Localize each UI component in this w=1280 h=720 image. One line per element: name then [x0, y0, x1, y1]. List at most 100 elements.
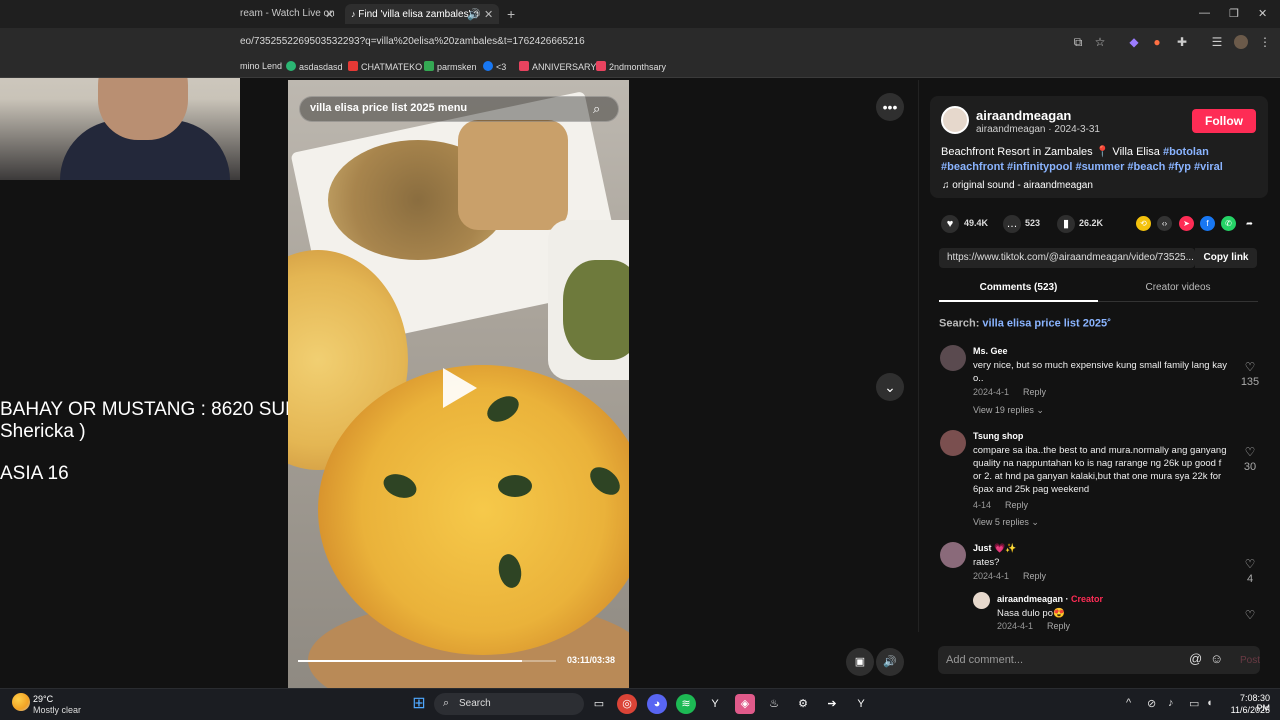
- tray-icon[interactable]: ⊘: [1147, 697, 1156, 710]
- whatsapp-icon[interactable]: ✆: [1221, 216, 1236, 231]
- caption-text: Beachfront Resort in Zambales 📍 Villa El…: [941, 146, 1163, 158]
- chevron-down-icon[interactable]: ⌄: [876, 373, 904, 401]
- original-sound-link[interactable]: ♫ original sound - airaandmeagan: [942, 180, 1093, 191]
- emoji-icon[interactable]: ☺: [1210, 651, 1223, 666]
- comment-author[interactable]: airaandmeagan · Creator: [997, 594, 1103, 604]
- chrome-icon[interactable]: ◎: [617, 694, 637, 714]
- clock-date[interactable]: 11/6/2025: [1220, 705, 1270, 715]
- bookmark-icon: [519, 61, 529, 71]
- app-icon[interactable]: ➔: [822, 694, 842, 714]
- bookmark-item[interactable]: ANNIVERSARY: [519, 61, 596, 72]
- search-icon[interactable]: ⌕: [593, 101, 600, 117]
- reply-button[interactable]: Reply: [1047, 621, 1070, 631]
- discord-icon[interactable]: ◕: [647, 694, 667, 714]
- avatar[interactable]: [940, 430, 966, 456]
- related-search[interactable]: Search: villa elisa price list 2025⌕: [939, 317, 1111, 330]
- bookmark-item[interactable]: parmsken: [424, 61, 477, 72]
- network-icon[interactable]: ▭: [1189, 697, 1199, 710]
- reply-button[interactable]: Reply: [1005, 500, 1028, 510]
- url-field[interactable]: eo/7352552269503532293?q=villa%20elisa%2…: [240, 36, 585, 47]
- comment-date: 2024-4-1: [973, 571, 1010, 581]
- avatar[interactable]: [940, 345, 966, 371]
- close-icon[interactable]: ✕: [325, 8, 334, 21]
- chevron-up-icon[interactable]: ^: [1126, 697, 1131, 709]
- comment-author[interactable]: Ms. Gee: [973, 346, 1008, 356]
- app-icon[interactable]: ⚙: [793, 694, 813, 714]
- heart-icon[interactable]: ♡: [1238, 557, 1262, 571]
- avatar[interactable]: [941, 106, 969, 134]
- new-tab-button[interactable]: +: [507, 6, 515, 22]
- embed-icon[interactable]: ‹›: [1157, 216, 1172, 231]
- reply-button[interactable]: Reply: [1023, 571, 1046, 581]
- close-icon[interactable]: ✕: [484, 8, 493, 21]
- heart-icon[interactable]: ♥: [941, 215, 959, 233]
- menu-icon[interactable]: ⋮: [1258, 35, 1272, 49]
- comment-icon[interactable]: …: [1003, 215, 1021, 233]
- copy-link-button[interactable]: Copy link: [1195, 248, 1257, 268]
- bookmark-item[interactable]: 2ndmonthsary: [596, 61, 666, 72]
- bookmark-item[interactable]: mino Lend: [240, 61, 282, 71]
- follow-button[interactable]: Follow: [1192, 109, 1256, 133]
- microphone-icon[interactable]: ♪: [1168, 697, 1174, 709]
- repost-icon[interactable]: ⟲: [1136, 216, 1151, 231]
- comment-like-count: 135: [1240, 376, 1260, 388]
- bookmark-star-icon[interactable]: ☆: [1093, 35, 1107, 49]
- bookmark-item[interactable]: CHATMATEKO: [348, 61, 422, 72]
- file-explorer-icon[interactable]: ▭: [589, 694, 609, 714]
- comment-text: very nice, but so much expensive kung sm…: [973, 360, 1227, 384]
- install-icon[interactable]: ⧉: [1071, 35, 1085, 49]
- steam-icon[interactable]: ♨: [764, 694, 784, 714]
- volume-icon[interactable]: ◖: [1206, 697, 1213, 709]
- facebook-icon[interactable]: f: [1200, 216, 1215, 231]
- app-icon[interactable]: ◈: [735, 694, 755, 714]
- view-replies-button[interactable]: View 5 replies ⌄: [973, 517, 1039, 528]
- heart-icon[interactable]: ♡: [1238, 445, 1262, 459]
- extension-icon[interactable]: ●: [1150, 35, 1164, 49]
- caption-hashtags[interactable]: #beachfront #infinitypool #summer #beach…: [941, 161, 1223, 173]
- related-search-query[interactable]: villa elisa price list 2025: [982, 318, 1107, 330]
- send-icon[interactable]: ➤: [1179, 216, 1194, 231]
- post-comment-button[interactable]: Post: [1240, 655, 1260, 666]
- more-options-icon[interactable]: •••: [876, 93, 904, 121]
- restore-icon[interactable]: ❐: [1229, 7, 1239, 20]
- caption-hashtag[interactable]: #botolan: [1163, 146, 1209, 158]
- taskbar-search[interactable]: [434, 693, 584, 715]
- close-window-icon[interactable]: ✕: [1258, 7, 1267, 20]
- weather-condition: Mostly clear: [33, 705, 82, 715]
- bookmark-item[interactable]: asdasdasd: [286, 61, 343, 72]
- speaker-icon[interactable]: 🔊: [467, 8, 481, 21]
- heart-icon[interactable]: ♡: [1238, 608, 1262, 622]
- bookmark-item[interactable]: <3: [483, 61, 506, 72]
- heart-icon[interactable]: ♡: [1238, 360, 1262, 374]
- play-icon[interactable]: [443, 368, 477, 408]
- reading-list-icon[interactable]: ☰: [1210, 35, 1224, 49]
- share-link-field[interactable]: https://www.tiktok.com/@airaandmeagan/vi…: [939, 248, 1195, 268]
- comment-author[interactable]: Tsung shop: [973, 431, 1023, 441]
- extensions-puzzle-icon[interactable]: ✚: [1175, 35, 1189, 49]
- share-icon[interactable]: ➦: [1242, 216, 1257, 231]
- weather-icon[interactable]: [12, 693, 30, 711]
- tab-title: ream - Watch Live on: [240, 8, 335, 19]
- extension-icon[interactable]: ◆: [1127, 35, 1141, 49]
- volume-icon[interactable]: 🔊: [876, 648, 904, 676]
- save-count: 26.2K: [1079, 218, 1104, 228]
- spotify-icon[interactable]: ≋: [676, 694, 696, 714]
- app-icon[interactable]: Y: [705, 694, 725, 714]
- floating-player-icon[interactable]: ▣: [846, 648, 874, 676]
- app-icon[interactable]: Y: [851, 694, 871, 714]
- tiktok-icon: ♪: [351, 9, 356, 19]
- tab-creator-videos[interactable]: Creator videos: [1098, 278, 1258, 302]
- avatar[interactable]: [973, 592, 990, 609]
- stream-overlay-text: BAHAY OR MUSTANG : 8620 SUBS: [0, 399, 311, 420]
- bookmark-icon[interactable]: ▮: [1057, 215, 1075, 233]
- author-username[interactable]: airaandmeagan: [976, 108, 1071, 123]
- tab-comments[interactable]: Comments (523): [939, 278, 1098, 302]
- view-replies-button[interactable]: View 19 replies ⌄: [973, 405, 1044, 416]
- profile-avatar[interactable]: [1234, 35, 1248, 49]
- avatar[interactable]: [940, 542, 966, 568]
- comment-author[interactable]: Just 💗✨: [973, 543, 1016, 554]
- mention-icon[interactable]: @: [1189, 651, 1202, 666]
- reply-button[interactable]: Reply: [1023, 387, 1046, 397]
- minimize-icon[interactable]: —: [1199, 7, 1210, 19]
- start-windows-icon[interactable]: ⊞: [409, 694, 429, 714]
